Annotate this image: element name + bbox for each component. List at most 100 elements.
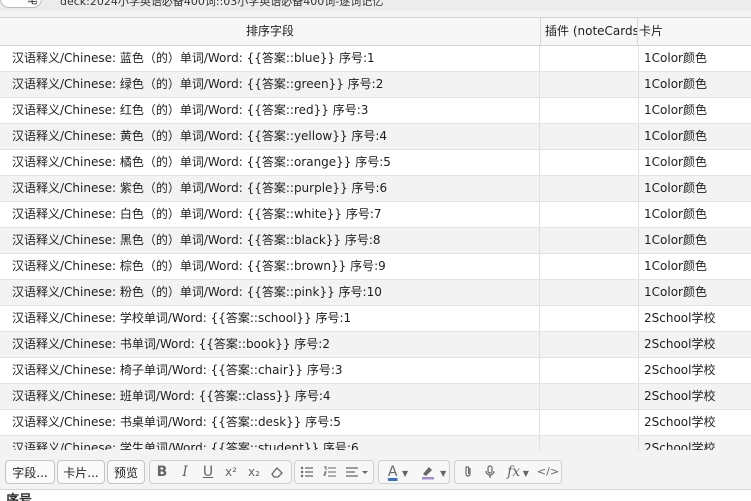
cell-plugin (541, 280, 639, 305)
table-row[interactable]: 汉语释义/Chinese: 学校单词/Word: {{答案::school}} … (0, 306, 751, 332)
table-row[interactable]: 汉语释义/Chinese: 紫色（的）单词/Word: {{答案::purple… (0, 176, 751, 202)
cell-plugin (541, 72, 639, 97)
cell-card: 1Color颜色 (644, 129, 707, 143)
cell-sort-field: 汉语释义/Chinese: 红色（的）单词/Word: {{答案::red}} … (0, 98, 540, 123)
highlighter-icon (421, 467, 434, 480)
table-row[interactable]: 汉语释义/Chinese: 蓝色（的）单词/Word: {{答案::blue}}… (0, 46, 751, 72)
cell-card: 1Color颜色 (644, 155, 707, 169)
table-row[interactable]: 汉语释义/Chinese: 书单词/Word: {{答案::book}} 序号:… (0, 332, 751, 358)
table-row[interactable]: 汉语释义/Chinese: 绿色（的）单词/Word: {{答案::green}… (0, 72, 751, 98)
cell-plugin (541, 358, 639, 383)
cell-card: 1Color颜色 (644, 103, 707, 117)
cell-card: 2School学校 (644, 311, 716, 325)
column-header-plugin[interactable]: 插件 (noteCards) (541, 18, 638, 45)
cell-sort-field: 汉语释义/Chinese: 黑色（的）单词/Word: {{答案::black}… (0, 228, 540, 253)
table-row[interactable]: 汉语释义/Chinese: 黑色（的）单词/Word: {{答案::black}… (0, 228, 751, 254)
cell-plugin (541, 124, 639, 149)
cell-sort-field: 汉语释义/Chinese: 学生单词/Word: {{答案::student}}… (0, 436, 540, 450)
cell-card: 2School学校 (644, 441, 716, 450)
superscript-button[interactable]: x² (220, 460, 242, 484)
cell-sort-field: 汉语释义/Chinese: 学校单词/Word: {{答案::school}} … (0, 306, 540, 331)
numbered-list-icon[interactable] (319, 460, 341, 484)
cell-plugin (541, 332, 639, 357)
cell-sort-field: 汉语释义/Chinese: 粉色（的）单词/Word: {{答案::pink}}… (0, 280, 540, 305)
table-row[interactable]: 汉语释义/Chinese: 班单词/Word: {{答案::class}} 序号… (0, 384, 751, 410)
cell-plugin (541, 202, 639, 227)
cell-sort-field: 汉语释义/Chinese: 棕色（的）单词/Word: {{答案::brown}… (0, 254, 540, 279)
column-header-card[interactable]: 卡片 (639, 18, 751, 45)
table-row[interactable]: 汉语释义/Chinese: 粉色（的）单词/Word: {{答案::pink}}… (0, 280, 751, 306)
cell-card: 1Color颜色 (644, 233, 707, 247)
cell-plugin (541, 98, 639, 123)
cell-card: 2School学校 (644, 415, 716, 429)
cell-plugin (541, 384, 639, 409)
cell-sort-field: 汉语释义/Chinese: 橘色（的）单词/Word: {{答案::orange… (0, 150, 540, 175)
cell-card: 2School学校 (644, 363, 716, 377)
eraser-icon[interactable] (266, 460, 288, 484)
cell-plugin (541, 150, 639, 175)
cell-sort-field: 汉语释义/Chinese: 书桌单词/Word: {{答案::desk}} 序号… (0, 410, 540, 435)
search-input[interactable]: deck:2024小学英语必备400词::03小学英语必备400词-逐词记忆 (60, 0, 383, 9)
text-color-letter: A (387, 464, 398, 480)
top-search-bar: 笔 deck:2024小学英语必备400词::03小学英语必备400词-逐词记忆 (0, 0, 751, 10)
cell-sort-field: 汉语释义/Chinese: 蓝色（的）单词/Word: {{答案::blue}}… (0, 46, 540, 71)
cell-plugin (541, 254, 639, 279)
chevron-down-icon: ▼ (520, 469, 529, 478)
bullet-list-icon[interactable] (296, 460, 318, 484)
cell-plugin (541, 46, 639, 71)
cell-plugin (541, 228, 639, 253)
attach-icon[interactable] (457, 460, 479, 484)
bold-button[interactable]: B (151, 460, 173, 484)
notes-toggle[interactable]: 笔 (0, 0, 42, 8)
cell-card: 1Color颜色 (644, 51, 707, 65)
fields-button[interactable]: 字段... (5, 460, 55, 484)
table-header: 排序字段 插件 (noteCards) 卡片 (0, 18, 751, 46)
chevron-down-icon: ▼ (440, 469, 447, 478)
table-row[interactable]: 汉语释义/Chinese: 学生单词/Word: {{答案::student}}… (0, 436, 751, 450)
table-row[interactable]: 汉语释义/Chinese: 红色（的）单词/Word: {{答案::red}} … (0, 98, 751, 124)
table-row[interactable]: 汉语释义/Chinese: 橘色（的）单词/Word: {{答案::orange… (0, 150, 751, 176)
cell-card: 2School学校 (644, 337, 716, 351)
cell-plugin (541, 176, 639, 201)
cell-plugin (541, 306, 639, 331)
table-row[interactable]: 汉语释义/Chinese: 棕色（的）单词/Word: {{答案::brown}… (0, 254, 751, 280)
function-icon: fx (507, 464, 521, 480)
subscript-button[interactable]: x₂ (243, 460, 265, 484)
preview-button[interactable]: 预览 (107, 460, 145, 484)
text-color-button[interactable]: A ▼ (381, 460, 415, 484)
highlight-color-button[interactable]: ▼ (416, 460, 450, 484)
field-label: 序号 (6, 493, 33, 501)
italic-button[interactable]: I (174, 460, 196, 484)
cell-sort-field: 汉语释义/Chinese: 白色（的）单词/Word: {{答案::white}… (0, 202, 540, 227)
cell-card: 1Color颜色 (644, 207, 707, 221)
cell-sort-field: 汉语释义/Chinese: 绿色（的）单词/Word: {{答案::green}… (0, 72, 540, 97)
table-row[interactable]: 汉语释义/Chinese: 椅子单词/Word: {{答案::chair}} 序… (0, 358, 751, 384)
cards-button[interactable]: 卡片... (57, 460, 105, 484)
cell-card: 2School学校 (644, 389, 716, 403)
microphone-icon[interactable] (479, 460, 501, 484)
editor-field-area[interactable]: 序号 (0, 489, 751, 501)
cards-table: 排序字段 插件 (noteCards) 卡片 汉语释义/Chinese: 蓝色（… (0, 17, 751, 450)
html-editor-icon[interactable]: </> (536, 460, 560, 484)
table-body: 汉语释义/Chinese: 蓝色（的）单词/Word: {{答案::blue}}… (0, 46, 751, 450)
cell-card: 1Color颜色 (644, 285, 707, 299)
underline-button[interactable]: U (197, 460, 219, 484)
table-row[interactable]: 汉语释义/Chinese: 书桌单词/Word: {{答案::desk}} 序号… (0, 410, 751, 436)
table-row[interactable]: 汉语释义/Chinese: 黄色（的）单词/Word: {{答案::yellow… (0, 124, 751, 150)
cell-card: 1Color颜色 (644, 259, 707, 273)
cell-sort-field: 汉语释义/Chinese: 紫色（的）单词/Word: {{答案::purple… (0, 176, 540, 201)
formula-button[interactable]: fx ▼ (502, 460, 534, 484)
column-header-sort-field[interactable]: 排序字段 (0, 18, 541, 45)
editor-toolbar: 字段... 卡片... 预览 B I U x² x₂ A ▼ ▼ fx ▼ </… (0, 457, 751, 487)
cell-plugin (541, 436, 639, 450)
cell-sort-field: 汉语释义/Chinese: 椅子单词/Word: {{答案::chair}} 序… (0, 358, 540, 383)
cell-plugin (541, 410, 639, 435)
notes-toggle-label: 笔 (27, 0, 38, 6)
chevron-down-icon: ▼ (401, 469, 409, 478)
cell-sort-field: 汉语释义/Chinese: 黄色（的）单词/Word: {{答案::yellow… (0, 124, 540, 149)
align-icon[interactable] (342, 460, 372, 484)
cell-sort-field: 汉语释义/Chinese: 班单词/Word: {{答案::class}} 序号… (0, 384, 540, 409)
cell-card: 1Color颜色 (644, 77, 707, 91)
cell-sort-field: 汉语释义/Chinese: 书单词/Word: {{答案::book}} 序号:… (0, 332, 540, 357)
table-row[interactable]: 汉语释义/Chinese: 白色（的）单词/Word: {{答案::white}… (0, 202, 751, 228)
